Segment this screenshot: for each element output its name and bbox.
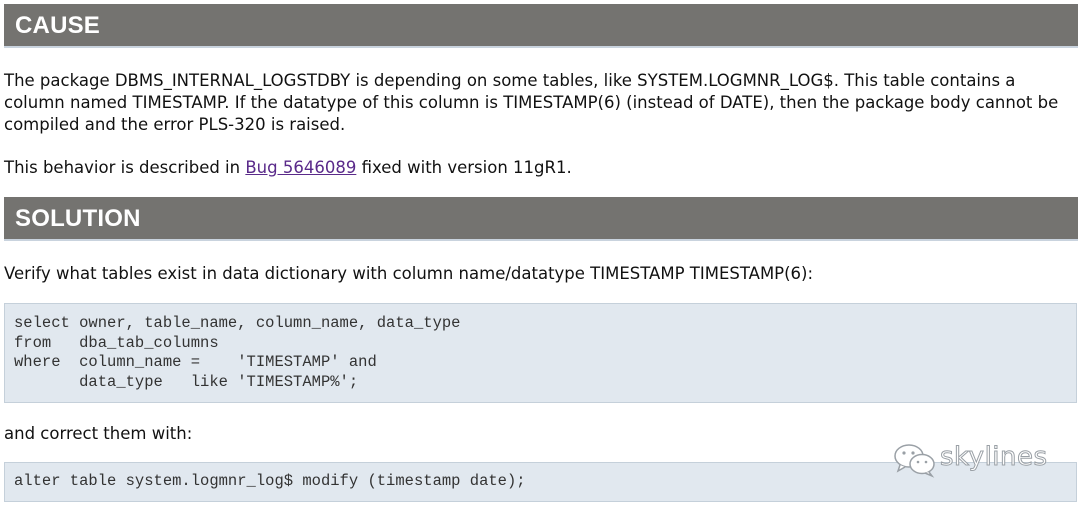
solution-heading: SOLUTION: [15, 205, 141, 232]
code-line: alter table system.logmnr_log$ modify (t…: [14, 472, 526, 490]
watermark-text: skylines: [940, 442, 1048, 473]
verify-paragraph: Verify what tables exist in data diction…: [4, 264, 814, 283]
wechat-icon: [894, 444, 935, 478]
cause-heading: CAUSE: [15, 12, 101, 39]
query-code-block: select owner, table_name, column_name, d…: [4, 303, 1077, 403]
cause-header: CAUSE: [4, 4, 1078, 48]
code-line: select owner, table_name, column_name, d…: [14, 314, 461, 332]
code-line: data_type like 'TIMESTAMP%';: [14, 372, 359, 391]
watermark: skylines: [892, 440, 1052, 480]
behavior-prefix: This behavior is described in: [4, 158, 246, 177]
code-line: from dba_tab_columns: [14, 333, 219, 352]
bug-link[interactable]: Bug 5646089: [245, 158, 356, 177]
code-line: where column_name = 'TIMESTAMP' and: [14, 353, 377, 371]
solution-header: SOLUTION: [4, 197, 1078, 241]
behavior-suffix: fixed with version 11gR1.: [356, 158, 572, 177]
behavior-paragraph: This behavior is described in Bug 564608…: [4, 157, 1076, 179]
cause-paragraph: The package DBMS_INTERNAL_LOGSTDBY is de…: [4, 71, 1059, 134]
